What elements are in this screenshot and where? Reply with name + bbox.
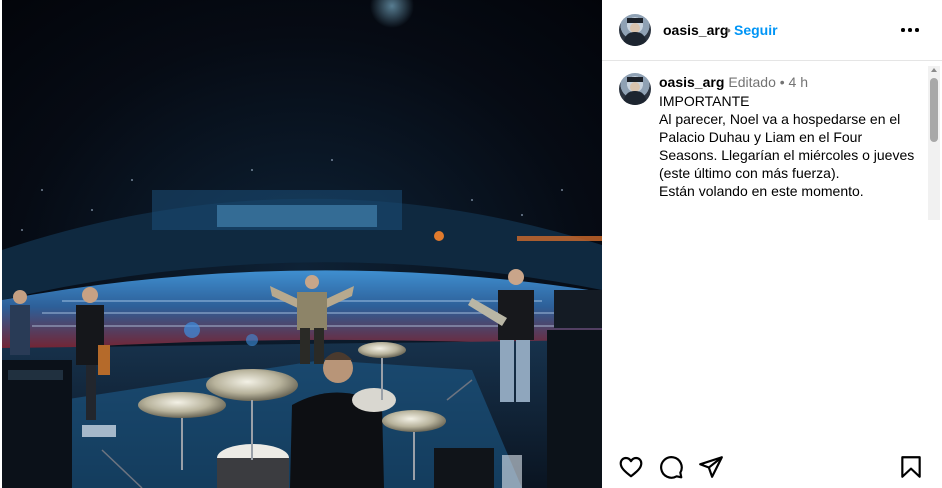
caption-meta: Editado • 4 h	[728, 74, 808, 90]
instagram-post-frame: oasis_arg • Seguir oasis_arg Editado • 4 …	[0, 0, 942, 488]
concert-stage-image	[2, 0, 602, 488]
action-bar	[602, 450, 942, 486]
bookmark-icon[interactable]	[898, 454, 924, 480]
follow-button[interactable]: Seguir	[734, 22, 778, 38]
post-side-panel: oasis_arg • Seguir oasis_arg Editado • 4 …	[602, 0, 942, 488]
share-icon[interactable]	[698, 454, 724, 480]
post-caption: oasis_arg Editado • 4 h IMPORTANTE Al par…	[602, 61, 934, 221]
heart-icon[interactable]	[618, 454, 644, 480]
caption-text: IMPORTANTE Al parecer, Noel va a hospeda…	[659, 93, 915, 199]
avatar-body	[624, 91, 646, 105]
comment-icon[interactable]	[658, 454, 684, 480]
caption-header: oasis_arg Editado • 4 h	[659, 74, 808, 90]
caption-scrollbar[interactable]	[928, 66, 940, 220]
header-separator: •	[726, 22, 731, 38]
avatar[interactable]	[619, 14, 651, 46]
avatar-band	[627, 77, 643, 82]
more-options-icon[interactable]	[901, 20, 919, 40]
post-header: oasis_arg • Seguir	[602, 0, 942, 61]
post-photo[interactable]	[2, 0, 602, 488]
scroll-up-arrow-icon[interactable]	[931, 68, 937, 72]
avatar-body	[624, 32, 646, 46]
caption-username[interactable]: oasis_arg	[659, 74, 724, 90]
avatar-band	[627, 18, 643, 23]
caption-avatar[interactable]	[619, 73, 651, 105]
scrollbar-thumb[interactable]	[930, 78, 938, 142]
header-username[interactable]: oasis_arg	[663, 22, 728, 38]
